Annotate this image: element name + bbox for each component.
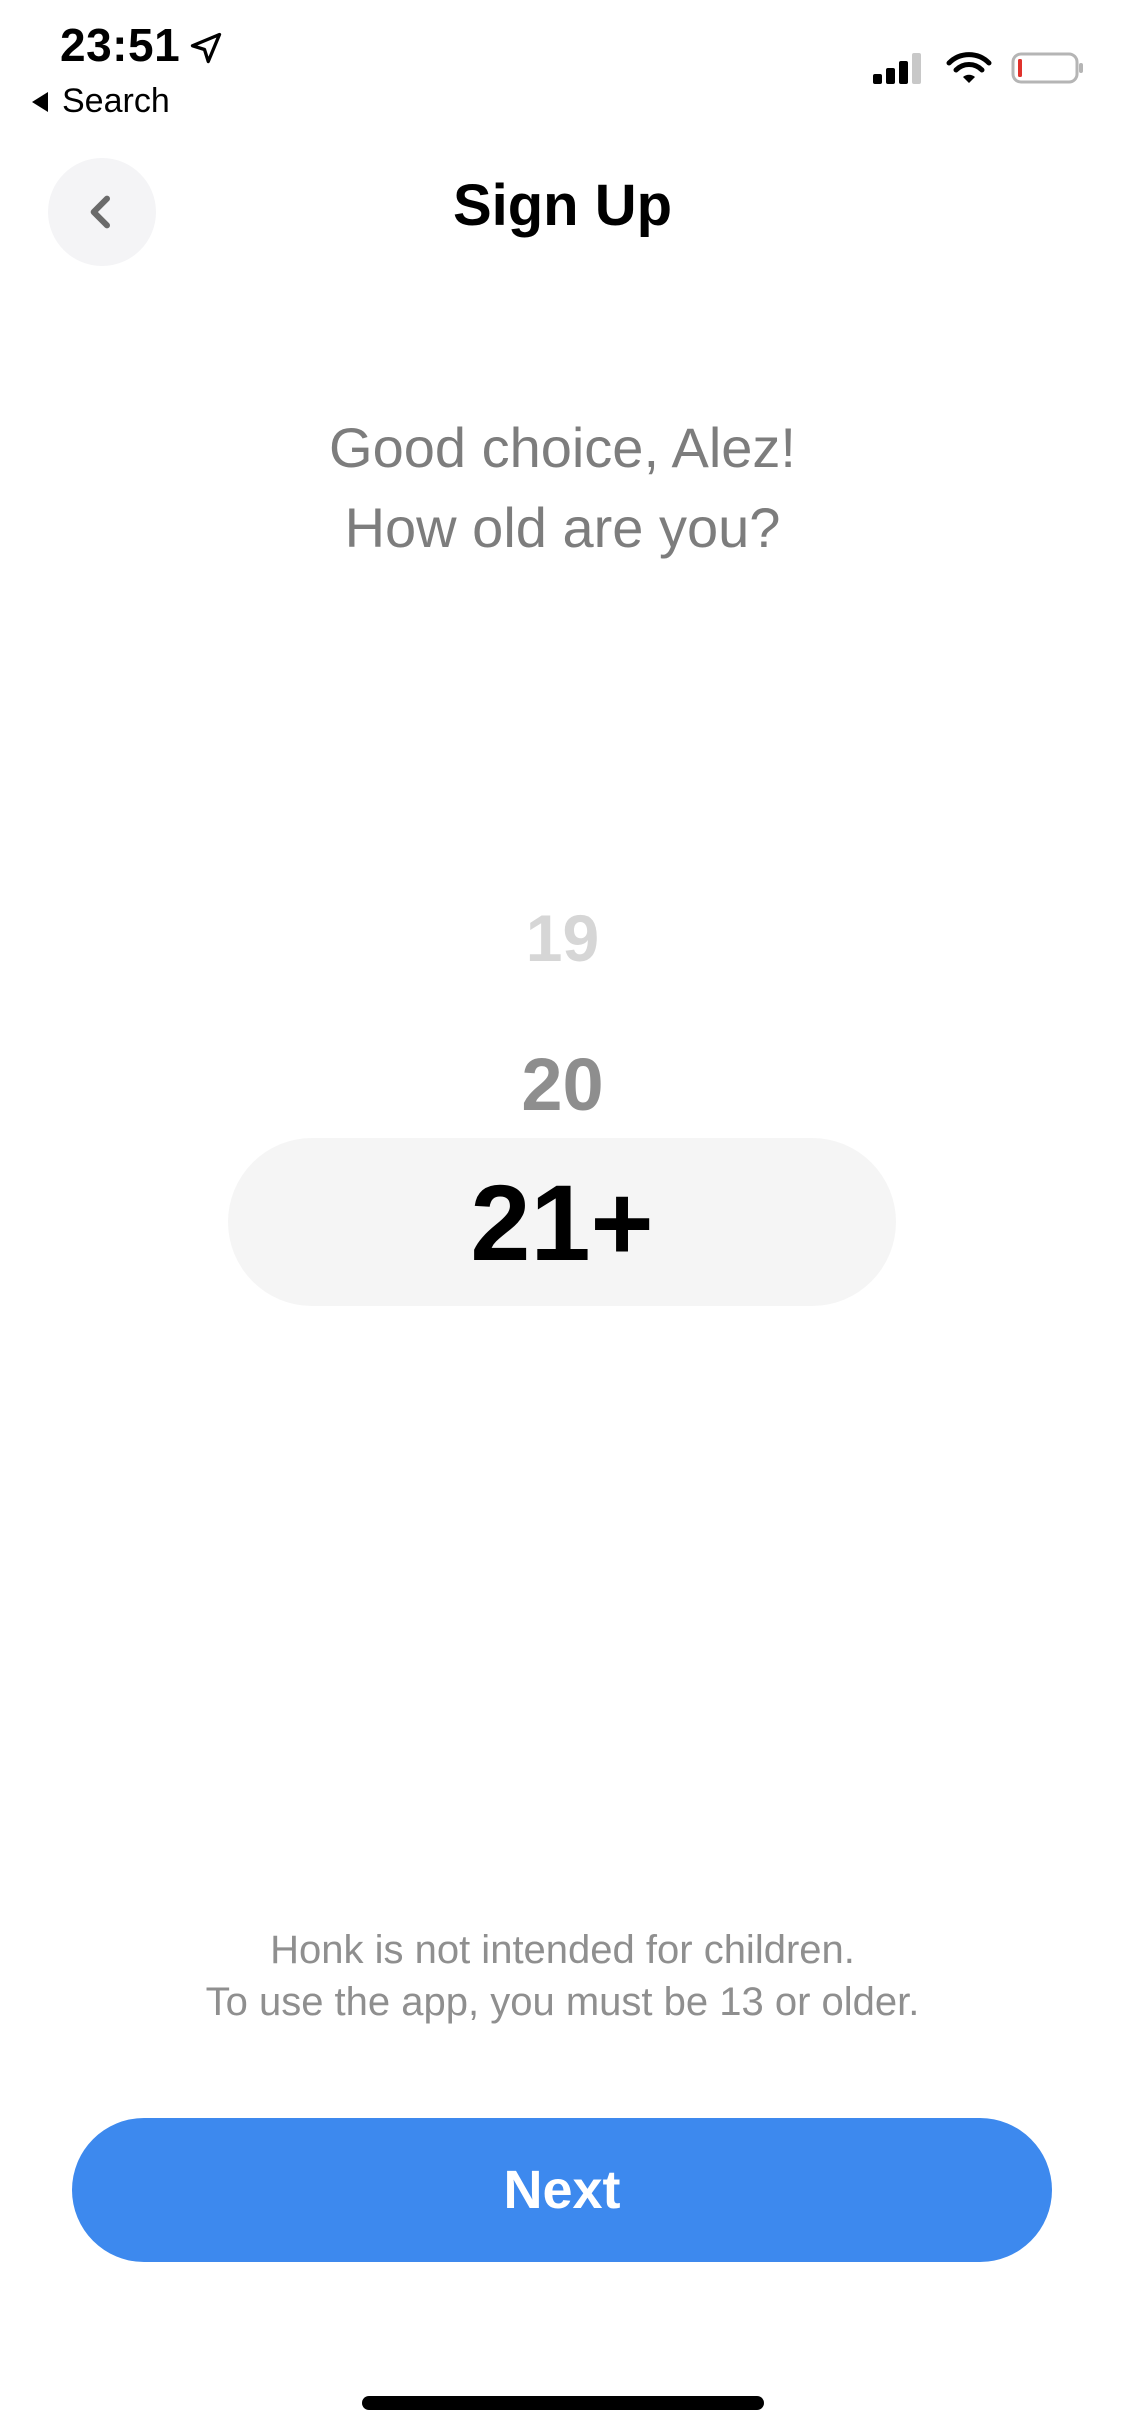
home-indicator[interactable] [362, 2396, 764, 2410]
back-triangle-icon [32, 91, 48, 112]
disclaimer-line-2: To use the app, you must be 13 or older. [205, 1980, 920, 2024]
next-button[interactable]: Next [72, 2118, 1052, 2262]
cellular-signal-icon [873, 53, 921, 84]
battery-low-icon [1011, 52, 1083, 84]
age-option-19[interactable]: 19 [0, 900, 1125, 976]
location-arrow-icon [190, 32, 222, 64]
status-indicators [871, 50, 1085, 86]
age-disclaimer: Honk is not intended for children. To us… [0, 1924, 1125, 2028]
age-option-selected[interactable]: 21+ [228, 1138, 896, 1306]
question-text: How old are you? [344, 496, 781, 559]
wifi-icon [946, 52, 992, 83]
status-back-to-app[interactable]: Search [32, 82, 170, 121]
status-back-label: Search [62, 82, 170, 120]
disclaimer-line-1: Honk is not intended for children. [270, 1928, 855, 1972]
status-bar: 23:51 Search [0, 0, 1125, 130]
greeting-text: Good choice, Alez! [329, 416, 796, 479]
page-title: Sign Up [452, 173, 673, 238]
age-option-20[interactable]: 20 [0, 1042, 1125, 1127]
age-picker[interactable]: 19 20 21+ [0, 880, 1125, 1320]
age-question: Good choice, Alez! How old are you? [0, 408, 1125, 568]
status-time: 23:51 [60, 19, 181, 71]
